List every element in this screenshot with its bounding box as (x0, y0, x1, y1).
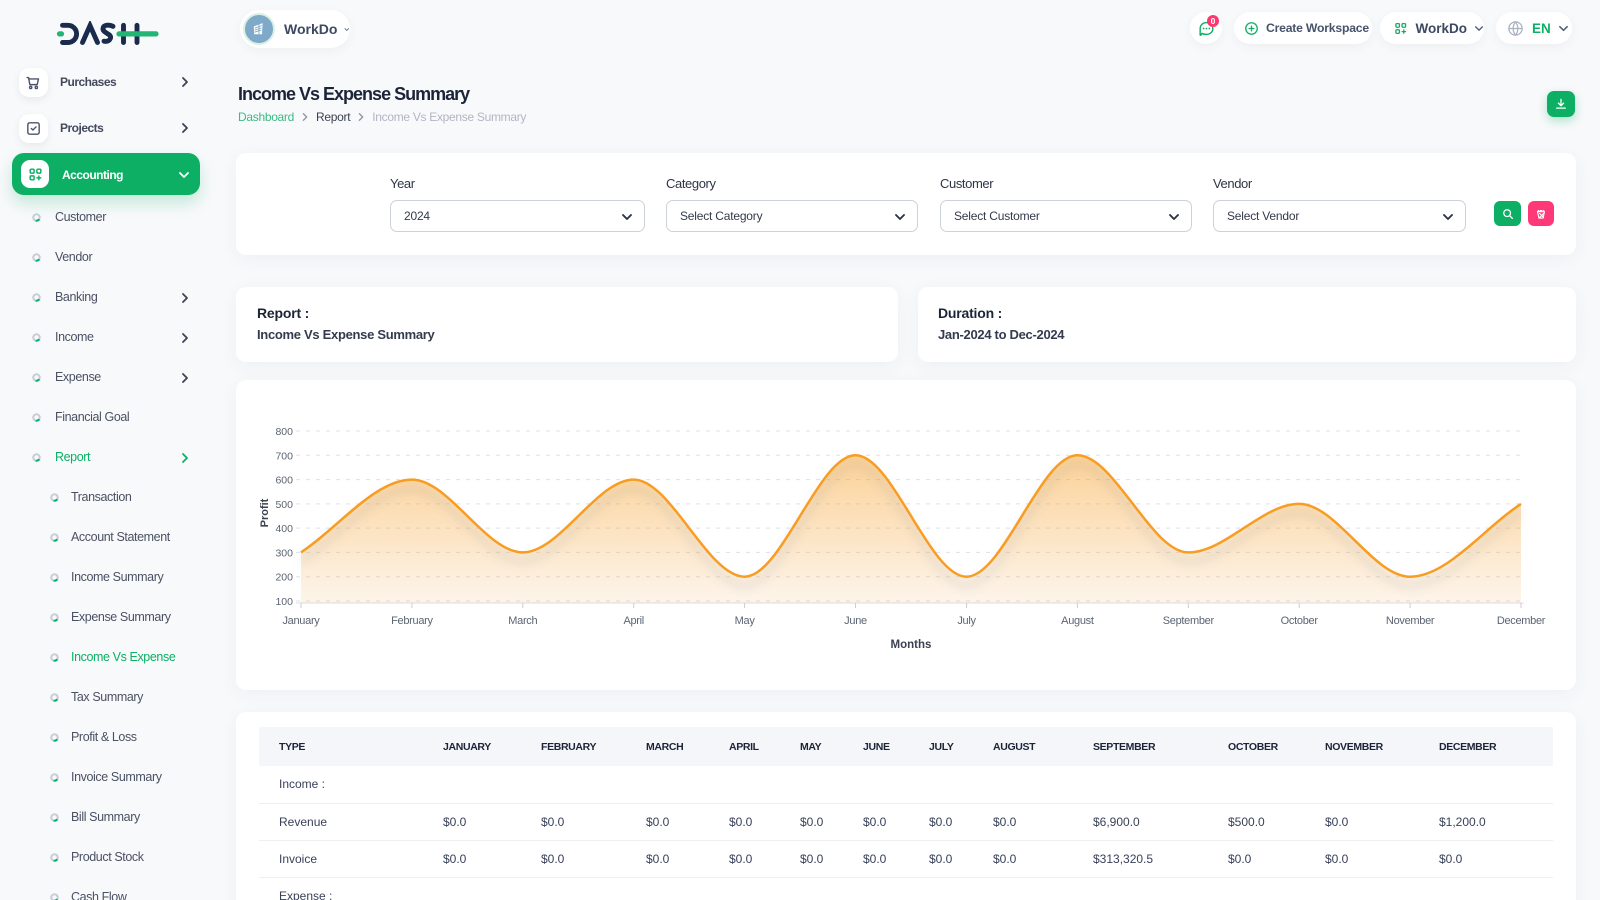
svg-text:200: 200 (275, 572, 293, 584)
svg-text:Months: Months (891, 639, 932, 651)
svg-text:July: July (957, 615, 976, 627)
svg-text:December: December (1497, 615, 1546, 627)
svg-text:May: May (735, 615, 756, 627)
svg-text:June: June (844, 615, 867, 627)
svg-text:100: 100 (275, 596, 293, 608)
svg-text:August: August (1061, 615, 1094, 627)
svg-text:600: 600 (275, 475, 293, 487)
svg-text:November: November (1386, 615, 1435, 627)
svg-text:January: January (282, 615, 320, 627)
svg-text:September: September (1163, 615, 1215, 627)
svg-text:October: October (1281, 615, 1319, 627)
svg-text:300: 300 (275, 547, 293, 559)
svg-text:700: 700 (275, 450, 293, 462)
svg-text:April: April (623, 615, 644, 627)
svg-text:500: 500 (275, 499, 293, 511)
svg-text:February: February (391, 615, 433, 627)
svg-text:Profit: Profit (259, 498, 271, 527)
svg-text:400: 400 (275, 523, 293, 535)
svg-text:800: 800 (275, 426, 293, 438)
svg-text:March: March (508, 615, 537, 627)
